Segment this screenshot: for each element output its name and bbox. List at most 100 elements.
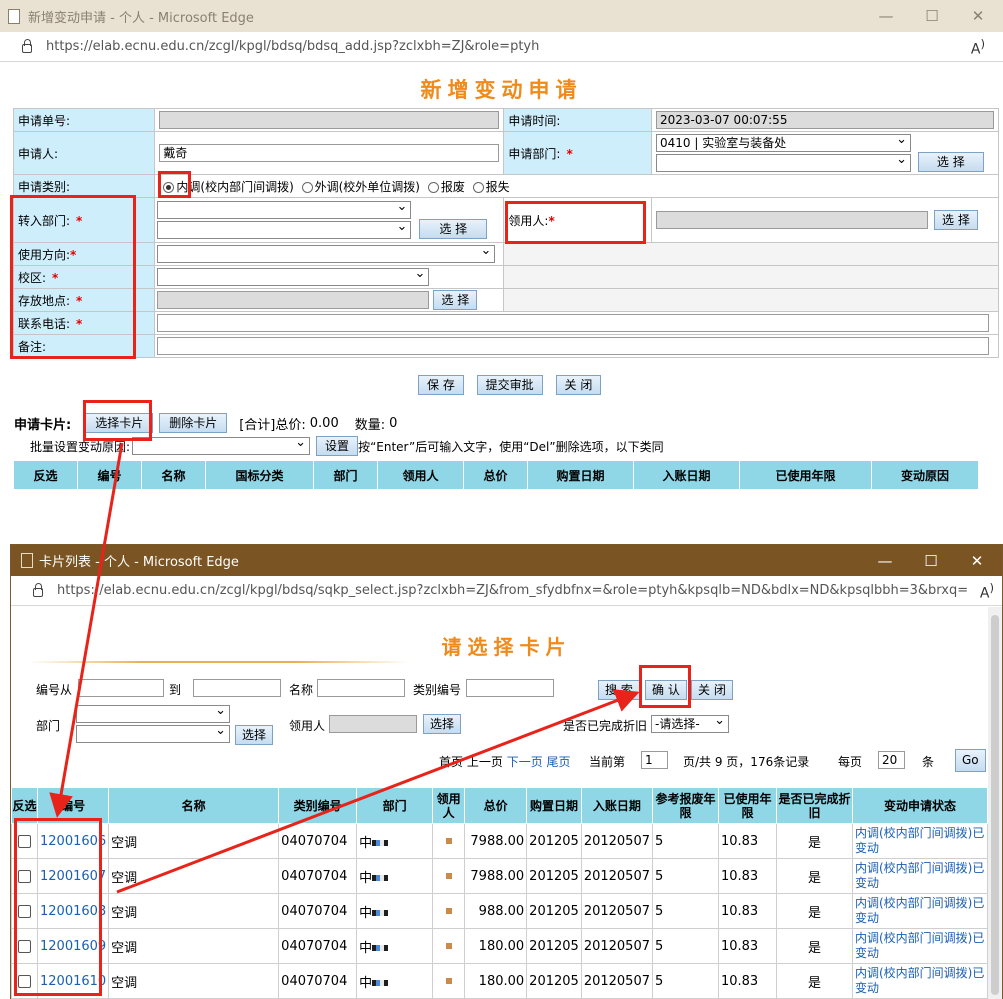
go-button[interactable]: Go — [955, 749, 986, 772]
category-radio-external[interactable] — [301, 181, 313, 193]
close-icon[interactable]: ✕ — [954, 545, 1000, 576]
popup-scrollbar[interactable] — [988, 607, 1002, 999]
phone-field[interactable] — [157, 314, 990, 332]
table-row: 12001607 空调 04070704 中 7988.00 201205 20120507… — [11, 858, 989, 894]
column-header[interactable]: 反选 — [13, 460, 78, 490]
applicant-label: 申请人: — [12, 131, 156, 175]
required-mark: * — [566, 146, 573, 161]
card-buy-date: 201205 — [526, 823, 582, 859]
read-aloud-icon[interactable]: A) — [980, 581, 994, 602]
subdept-select[interactable] — [76, 723, 230, 743]
column-header: 名称 — [141, 460, 206, 490]
into-dept-select[interactable] — [157, 199, 412, 219]
maximize-icon[interactable]: ☐ — [908, 545, 954, 576]
pager-first[interactable]: 首页 — [439, 755, 463, 769]
card-entry-date: 20120507 — [580, 893, 653, 929]
receiver-select-button[interactable]: 选择 — [423, 714, 462, 734]
close-icon[interactable]: ✕ — [955, 0, 1001, 32]
dept-select-button[interactable]: 选择 — [235, 725, 274, 745]
completed-select[interactable]: -请选择- — [651, 713, 729, 733]
minimize-icon[interactable]: — — [863, 0, 909, 32]
read-aloud-icon[interactable]: A) — [971, 37, 985, 58]
per-page-input[interactable]: 20 — [878, 751, 905, 769]
popup-page-title: 请选择卡片 — [441, 635, 572, 659]
location-select-button[interactable]: 选 择 — [433, 290, 478, 310]
card-used-years: 10.83 — [717, 823, 777, 859]
receiver-input — [329, 715, 417, 733]
pager-last[interactable]: 尾页 — [547, 755, 571, 769]
table-row: 12001606 空调 04070704 中 7988.00 201205 20120507… — [11, 823, 989, 859]
count-label: 数量: — [354, 417, 386, 433]
location-field — [157, 291, 430, 309]
batch-hint: 按“Enter”后可输入文字，使用“Del”删除选项，以下类同 — [358, 439, 664, 454]
into-subdept-select[interactable] — [157, 219, 412, 239]
submit-approval-button[interactable]: 提交审批 — [476, 375, 543, 395]
redaction-mark — [384, 840, 389, 846]
apply-dept-select-button[interactable]: 选 择 — [917, 152, 984, 172]
column-header: 领用人 — [377, 460, 464, 490]
per-page-unit: 条 — [922, 755, 935, 769]
search-button[interactable]: 搜 索 — [598, 680, 640, 700]
column-header: 已使用年限 — [717, 787, 777, 824]
card-used-years: 10.83 — [717, 963, 777, 999]
card-buy-date: 201205 — [526, 963, 582, 999]
card-category: 04070704 — [278, 858, 358, 894]
minimize-icon[interactable]: — — [862, 545, 908, 576]
apply-no-label: 申请单号: — [12, 108, 156, 132]
into-dept-select-button[interactable]: 选 择 — [419, 219, 488, 239]
pager-prev[interactable]: 上一页 — [467, 755, 503, 769]
close-button[interactable]: 关 闭 — [555, 375, 602, 395]
column-header: 变动申请状态 — [851, 787, 989, 824]
name-input[interactable] — [317, 679, 405, 697]
column-header: 部门 — [356, 787, 434, 824]
column-header: 购置日期 — [527, 460, 634, 490]
pager-next[interactable]: 下一页 — [507, 755, 543, 769]
blank-cell — [503, 288, 999, 312]
delete-cards-button[interactable]: 删除卡片 — [159, 413, 228, 433]
page-icon — [21, 553, 33, 568]
popup-url[interactable]: https://elab.ecnu.edu.cn/zcgl/kpgl/bdsq/… — [57, 583, 968, 598]
maximize-icon[interactable]: ☐ — [909, 0, 955, 32]
save-button[interactable]: 保 存 — [418, 375, 464, 395]
redaction-mark — [445, 908, 452, 914]
batch-reason-select[interactable] — [132, 435, 311, 455]
direction-select[interactable] — [157, 243, 496, 263]
apply-dept-select[interactable]: 0410 | 实验室与装备处 — [656, 132, 911, 152]
cat-no-label: 类别编号 — [413, 683, 462, 697]
receiver-select-button[interactable]: 选 择 — [934, 210, 978, 230]
applicant-field[interactable]: 戴奇 — [159, 144, 500, 162]
card-list-table: 反选 编号 名称 类别编号 部门 领用人 总价 购置日期 入账日期 参考报废年限… — [11, 787, 989, 999]
page-icon — [8, 8, 20, 24]
count-value: 0 — [389, 415, 398, 431]
scrollbar-thumb[interactable] — [991, 615, 999, 995]
popup-address-bar[interactable]: https://elab.ecnu.edu.cn/zcgl/kpgl/bdsq/… — [11, 576, 1002, 606]
summary-prefix: [合计]总价: — [239, 417, 306, 433]
batch-set-button[interactable]: 设置 — [316, 436, 359, 456]
dept-select[interactable] — [76, 703, 230, 723]
card-depreciated: 是 — [775, 928, 853, 964]
no-from-label: 编号从 — [36, 683, 73, 697]
campus-select[interactable] — [157, 266, 430, 286]
apply-subdept-select[interactable] — [656, 152, 911, 172]
card-dept: 中 — [359, 975, 373, 991]
per-page-label: 每页 — [838, 755, 863, 769]
apply-time-field: 2023-03-07 00:07:55 — [656, 111, 994, 129]
category-radio-lost[interactable] — [472, 181, 484, 193]
no-from-input[interactable] — [78, 679, 164, 697]
main-url[interactable]: https://elab.ecnu.edu.cn/zcgl/kpgl/bdsq/… — [46, 39, 539, 54]
receiver-field — [656, 211, 928, 229]
category-radio-scrap[interactable] — [427, 181, 439, 193]
annotation-box-select-cards — [83, 400, 152, 441]
cat-no-input[interactable] — [466, 679, 554, 697]
pager-current-input[interactable]: 1 — [641, 751, 668, 769]
column-header: 是否已完成折旧 — [775, 787, 853, 824]
pager-info: 页/共 9 页，176条记录 — [683, 755, 810, 769]
card-category: 04070704 — [278, 893, 358, 929]
category-option-external: 外调(校外单位调拨) — [314, 179, 420, 194]
annotation-box-category — [158, 171, 191, 198]
address-bar[interactable]: https://elab.ecnu.edu.cn/zcgl/kpgl/bdsq/… — [0, 32, 1003, 62]
remark-field[interactable] — [157, 337, 990, 355]
popup-close-button[interactable]: 关 闭 — [691, 680, 733, 700]
no-to-input[interactable] — [193, 679, 281, 697]
redaction-mark — [384, 875, 389, 881]
